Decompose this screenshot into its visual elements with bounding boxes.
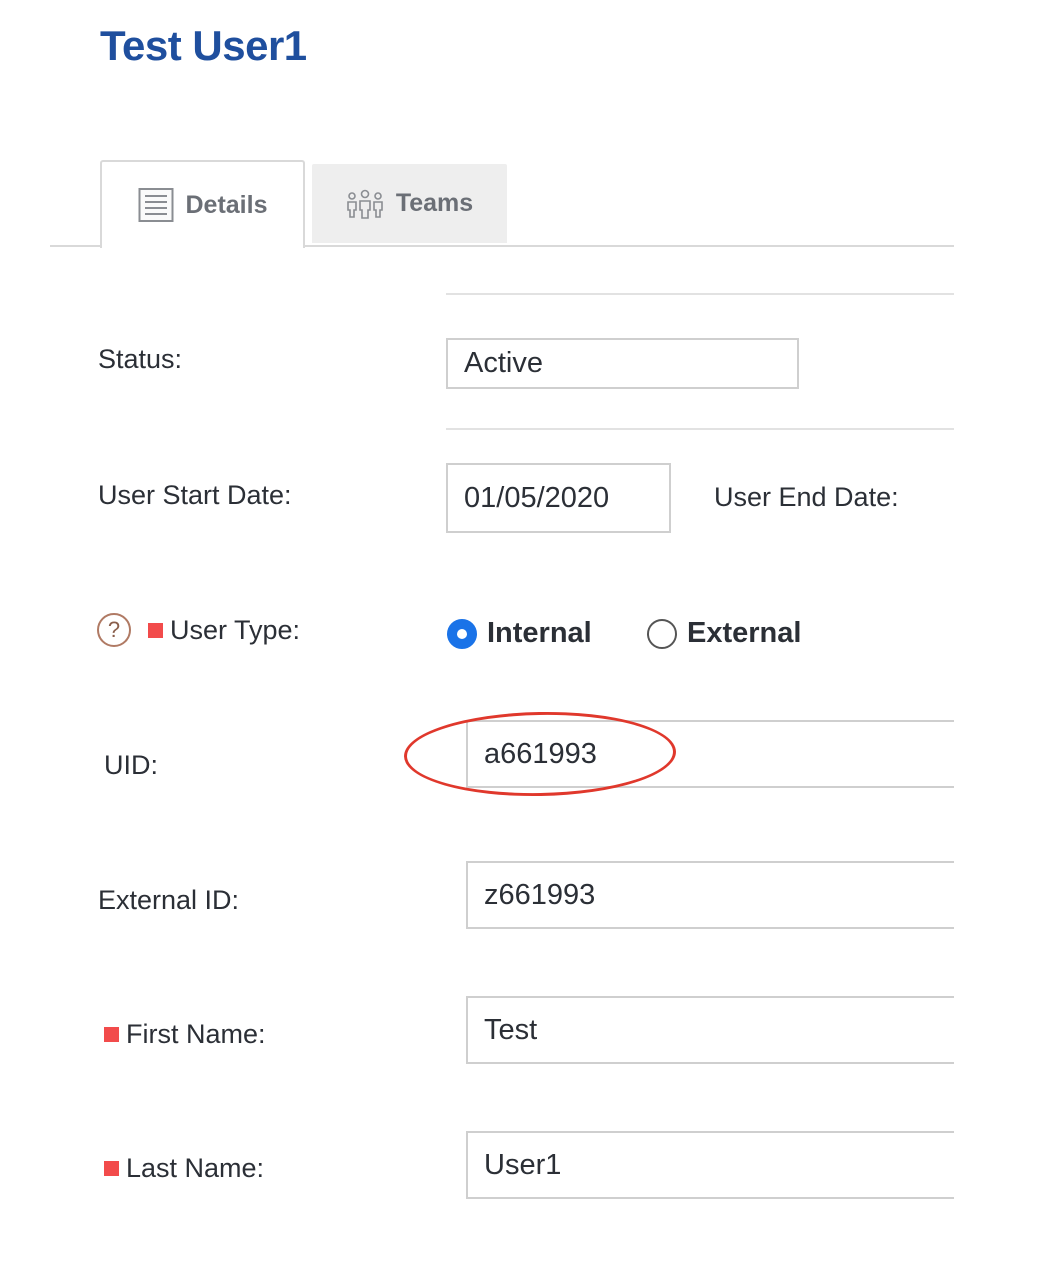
tab-details[interactable]: Details — [100, 160, 305, 248]
first-name-field[interactable]: Test — [466, 996, 954, 1064]
last-name-value: User1 — [484, 1148, 562, 1181]
last-name-label-text: Last Name: — [126, 1153, 265, 1183]
help-icon[interactable]: ? — [97, 613, 131, 647]
section-divider — [446, 428, 954, 430]
tab-teams-label: Teams — [395, 189, 474, 217]
status-value: Active — [464, 347, 543, 379]
first-name-label: First Name: — [104, 1019, 266, 1050]
document-icon — [138, 187, 174, 223]
uid-value: a661993 — [484, 737, 597, 770]
first-name-value: Test — [484, 1013, 538, 1046]
end-date-label: User End Date: — [714, 482, 899, 513]
status-label: Status: — [98, 344, 182, 375]
start-date-label: User Start Date: — [98, 480, 292, 511]
section-divider — [446, 293, 954, 295]
external-id-label-text: External ID: — [98, 885, 240, 915]
required-marker — [104, 1161, 119, 1176]
start-date-field[interactable]: 01/05/2020 — [446, 463, 671, 533]
status-label-text: Status: — [98, 344, 183, 374]
external-id-value: z661993 — [484, 878, 596, 911]
start-date-value: 01/05/2020 — [464, 481, 610, 514]
radio-external[interactable]: External — [647, 617, 801, 650]
last-name-label: Last Name: — [104, 1153, 264, 1184]
required-marker — [104, 1027, 119, 1042]
user-type-label: ? User Type: — [97, 613, 300, 647]
users-group-icon — [346, 189, 384, 219]
uid-label: UID: — [104, 750, 158, 781]
radio-selected-icon[interactable] — [447, 618, 477, 649]
status-field[interactable]: Active — [446, 338, 799, 389]
last-name-field[interactable]: User1 — [466, 1131, 954, 1199]
start-date-label-text: User Start Date: — [98, 480, 292, 510]
end-date-label-text: User End Date: — [714, 482, 899, 512]
radio-external-label: External — [687, 617, 802, 649]
uid-label-text: UID: — [104, 750, 158, 780]
first-name-label-text: First Name: — [126, 1019, 266, 1049]
radio-internal[interactable]: Internal — [447, 617, 592, 650]
uid-field[interactable]: a661993 — [466, 720, 954, 788]
required-marker — [148, 622, 163, 638]
tab-details-label: Details — [185, 190, 268, 219]
tab-teams[interactable]: Teams — [312, 164, 507, 243]
external-id-field[interactable]: z661993 — [466, 861, 954, 929]
page-title: Test User1 — [100, 22, 307, 69]
external-id-label: External ID: — [98, 885, 239, 916]
radio-internal-label: Internal — [487, 617, 592, 649]
radio-unselected-icon[interactable] — [647, 618, 677, 649]
user-type-label-text: User Type: — [170, 614, 301, 645]
